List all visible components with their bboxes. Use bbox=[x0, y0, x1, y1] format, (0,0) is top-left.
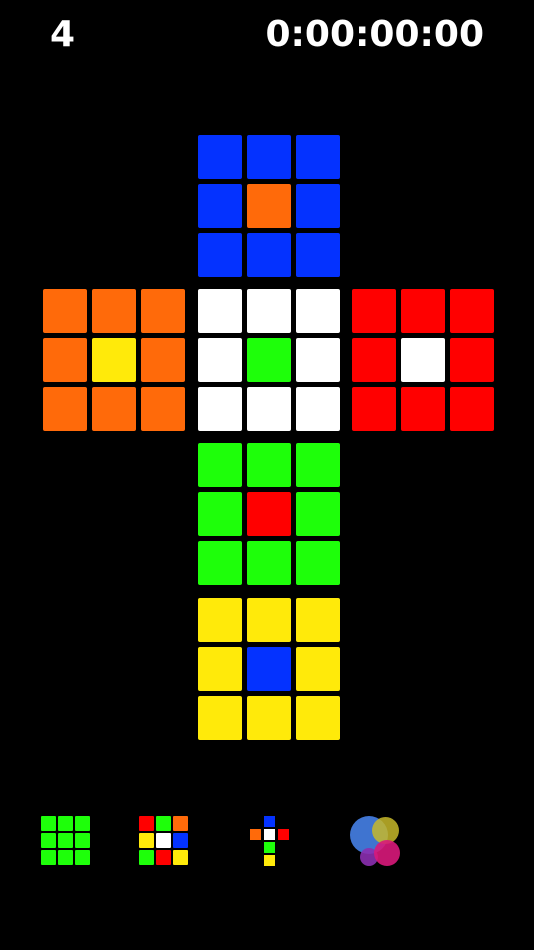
icon-cell bbox=[139, 850, 154, 865]
net-icon-left bbox=[250, 829, 261, 840]
cube-face-right[interactable] bbox=[352, 289, 494, 431]
icon-cell bbox=[75, 833, 90, 848]
theme-circle-magenta-icon bbox=[374, 840, 400, 866]
net-icon-up bbox=[264, 816, 275, 827]
scrambled-grid-icon bbox=[139, 816, 188, 865]
cube-face-up[interactable] bbox=[198, 135, 340, 277]
sticker[interactable] bbox=[247, 492, 291, 536]
sticker[interactable] bbox=[296, 541, 340, 585]
icon-cell bbox=[75, 850, 90, 865]
sticker[interactable] bbox=[247, 184, 291, 228]
sticker[interactable] bbox=[141, 289, 185, 333]
sticker[interactable] bbox=[296, 647, 340, 691]
cube-face-back[interactable] bbox=[198, 598, 340, 740]
sticker[interactable] bbox=[43, 289, 87, 333]
sticker[interactable] bbox=[198, 598, 242, 642]
sticker[interactable] bbox=[296, 443, 340, 487]
sticker[interactable] bbox=[198, 289, 242, 333]
icon-cell bbox=[58, 833, 73, 848]
sticker[interactable] bbox=[198, 443, 242, 487]
sticker[interactable] bbox=[43, 338, 87, 382]
icon-cell bbox=[173, 850, 188, 865]
solved-cube-button[interactable] bbox=[41, 816, 90, 865]
net-icon-back bbox=[264, 855, 275, 866]
sticker[interactable] bbox=[247, 647, 291, 691]
icon-cell bbox=[41, 816, 56, 831]
icon-cell bbox=[156, 850, 171, 865]
sticker[interactable] bbox=[450, 289, 494, 333]
icon-cell bbox=[58, 816, 73, 831]
sticker[interactable] bbox=[247, 541, 291, 585]
sticker[interactable] bbox=[247, 696, 291, 740]
sticker[interactable] bbox=[247, 289, 291, 333]
sticker[interactable] bbox=[198, 338, 242, 382]
icon-cell bbox=[156, 833, 171, 848]
icon-cell bbox=[75, 816, 90, 831]
sticker[interactable] bbox=[198, 492, 242, 536]
sticker[interactable] bbox=[198, 647, 242, 691]
sticker[interactable] bbox=[296, 387, 340, 431]
sticker[interactable] bbox=[247, 598, 291, 642]
icon-cell bbox=[41, 850, 56, 865]
sticker[interactable] bbox=[296, 696, 340, 740]
sticker[interactable] bbox=[401, 289, 445, 333]
sticker[interactable] bbox=[92, 387, 136, 431]
move-counter: 4 bbox=[50, 14, 76, 55]
sticker[interactable] bbox=[198, 233, 242, 277]
net-icon-right bbox=[278, 829, 289, 840]
icon-cell bbox=[41, 833, 56, 848]
sticker[interactable] bbox=[450, 338, 494, 382]
sticker[interactable] bbox=[198, 696, 242, 740]
sticker[interactable] bbox=[141, 387, 185, 431]
icon-cell bbox=[58, 850, 73, 865]
net-icon-front bbox=[264, 829, 275, 840]
sticker[interactable] bbox=[296, 289, 340, 333]
icon-cell bbox=[139, 816, 154, 831]
sticker[interactable] bbox=[141, 338, 185, 382]
sticker[interactable] bbox=[401, 387, 445, 431]
sticker[interactable] bbox=[43, 387, 87, 431]
solved-grid-icon bbox=[41, 816, 90, 865]
sticker[interactable] bbox=[92, 338, 136, 382]
sticker[interactable] bbox=[247, 387, 291, 431]
sticker[interactable] bbox=[247, 233, 291, 277]
sticker[interactable] bbox=[296, 184, 340, 228]
sticker[interactable] bbox=[198, 184, 242, 228]
sticker[interactable] bbox=[352, 338, 396, 382]
sticker[interactable] bbox=[352, 387, 396, 431]
sticker[interactable] bbox=[401, 338, 445, 382]
sticker[interactable] bbox=[296, 135, 340, 179]
sticker[interactable] bbox=[247, 135, 291, 179]
cube-face-left[interactable] bbox=[43, 289, 185, 431]
cube-face-down[interactable] bbox=[198, 443, 340, 585]
timer: 0:00:00:00 bbox=[265, 14, 484, 55]
icon-cell bbox=[173, 833, 188, 848]
sticker[interactable] bbox=[247, 443, 291, 487]
net-icon-down bbox=[264, 842, 275, 853]
cube-face-front[interactable] bbox=[198, 289, 340, 431]
sticker[interactable] bbox=[296, 598, 340, 642]
sticker[interactable] bbox=[450, 387, 494, 431]
sticker[interactable] bbox=[198, 135, 242, 179]
sticker[interactable] bbox=[296, 492, 340, 536]
icon-cell bbox=[156, 816, 171, 831]
sticker[interactable] bbox=[92, 289, 136, 333]
sticker[interactable] bbox=[198, 387, 242, 431]
scramble-button[interactable] bbox=[139, 816, 188, 865]
sticker[interactable] bbox=[247, 338, 291, 382]
sticker[interactable] bbox=[352, 289, 396, 333]
cube-net-view-button[interactable] bbox=[250, 816, 290, 868]
icon-cell bbox=[139, 833, 154, 848]
icon-cell bbox=[173, 816, 188, 831]
sticker[interactable] bbox=[296, 233, 340, 277]
sticker[interactable] bbox=[296, 338, 340, 382]
color-theme-button[interactable] bbox=[348, 814, 404, 870]
sticker[interactable] bbox=[198, 541, 242, 585]
